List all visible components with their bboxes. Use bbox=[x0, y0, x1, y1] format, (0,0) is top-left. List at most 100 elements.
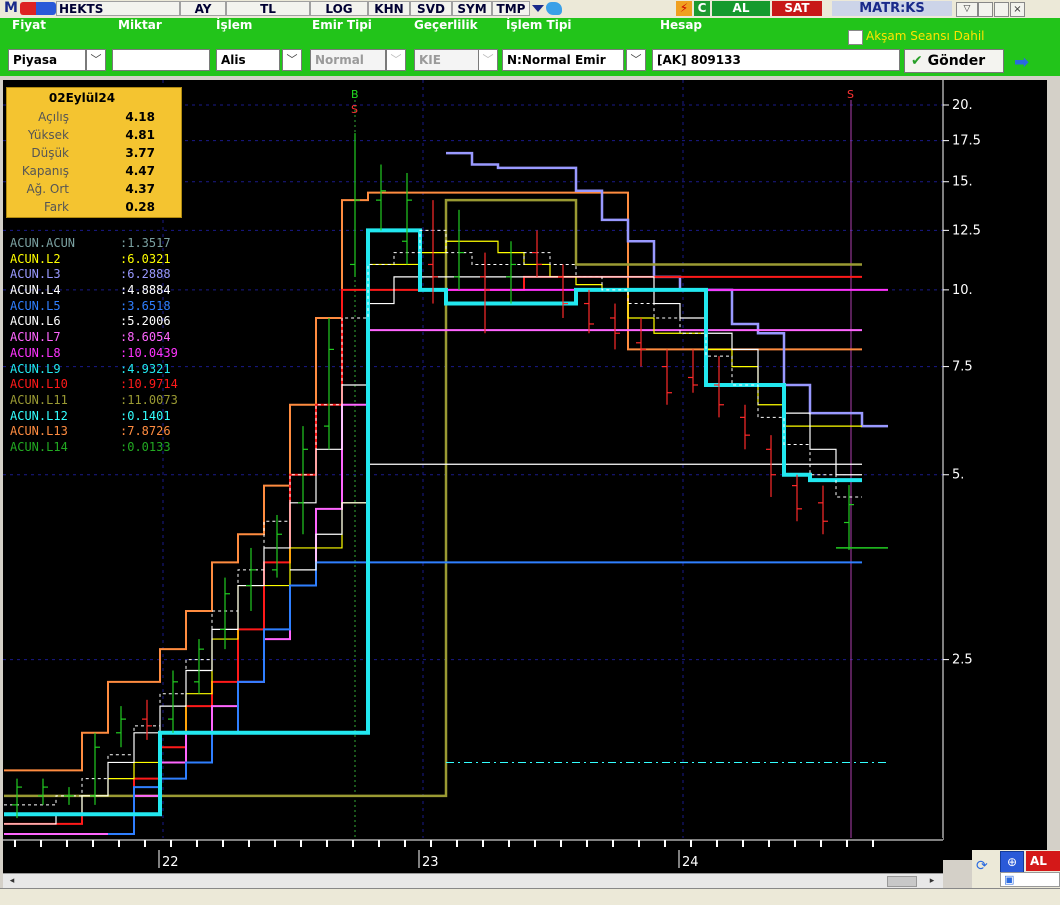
scroll-left-icon[interactable]: ◂ bbox=[5, 875, 19, 887]
legend-value: :4.9321 bbox=[120, 361, 171, 376]
sell-button[interactable]: SAT bbox=[772, 1, 822, 16]
matriks-brand-icon: M bbox=[4, 0, 18, 16]
series-line bbox=[290, 463, 862, 571]
quantity-label: Miktar bbox=[118, 18, 162, 32]
legend-value: :0.1401 bbox=[120, 408, 171, 423]
evening-session-checkbox[interactable] bbox=[848, 30, 863, 45]
validity-select[interactable]: KIE bbox=[414, 49, 480, 71]
legend-value: :0.0133 bbox=[120, 439, 171, 454]
account-label: Hesap bbox=[660, 18, 703, 32]
move-icon[interactable]: ⊕ bbox=[1000, 851, 1024, 873]
info-row-value: 4.47 bbox=[125, 164, 155, 178]
minimize-icon[interactable] bbox=[978, 2, 993, 17]
legend-item: ACUN.L9 :4.9321 bbox=[10, 362, 178, 378]
info-row-label: Açılış bbox=[38, 110, 69, 124]
legend-value: :7.8726 bbox=[120, 424, 171, 439]
order-type-label: Emir Tipi bbox=[312, 18, 372, 32]
legend-name: ACUN.L13 bbox=[10, 424, 68, 439]
mini-panel: ⟳ ⊕ AL ▣ bbox=[972, 850, 1060, 888]
legend-item: ACUN.L13 :7.8726 bbox=[10, 424, 178, 440]
chevron-down-icon[interactable]: ﹀ bbox=[386, 49, 406, 71]
horizontal-scrollbar[interactable]: ◂ ▸ bbox=[3, 873, 943, 888]
tmp-button[interactable]: TMP bbox=[492, 1, 530, 16]
status-bar bbox=[0, 888, 1060, 905]
chevron-down-icon[interactable]: ﹀ bbox=[86, 49, 106, 71]
sell-signal-marker: S bbox=[351, 103, 358, 116]
series-line bbox=[108, 561, 862, 835]
ohlc-info-box: 02Eylül24 Açılış 4.18 Yüksek 4.81 Düşük 3.77 K… bbox=[6, 87, 182, 218]
legend-item: ACUN.L6:5.2006 bbox=[10, 314, 178, 330]
trade-type-select[interactable]: N:Normal Emir bbox=[502, 49, 624, 71]
arrow-right-icon[interactable]: ➡ bbox=[1014, 52, 1029, 73]
refresh-icon[interactable]: ⟳ bbox=[976, 858, 994, 876]
window-menu-icon[interactable]: ▽ bbox=[956, 2, 978, 17]
account-select[interactable]: [AK] 809133 bbox=[652, 49, 900, 71]
legend-name: ACUN.L5 bbox=[10, 298, 61, 313]
price-label: Fiyat bbox=[12, 18, 46, 32]
side-label: İşlem bbox=[216, 18, 253, 32]
side-select[interactable]: Alis bbox=[216, 49, 280, 71]
svd-button[interactable]: SVD bbox=[410, 1, 452, 16]
maximize-icon[interactable] bbox=[994, 2, 1009, 17]
x-axis: 22 23 24 bbox=[3, 838, 943, 873]
legend-name: ACUN.L3 bbox=[10, 267, 61, 282]
log-button[interactable]: LOG bbox=[310, 1, 368, 16]
legend-item: ACUN.L14 :0.0133 bbox=[10, 440, 178, 456]
legend-value: :6.0321 bbox=[120, 251, 171, 266]
info-row-label: Ağ. Ort bbox=[26, 182, 69, 196]
chevron-down-icon[interactable]: ﹀ bbox=[478, 49, 498, 71]
legend-value: :8.6054 bbox=[120, 330, 171, 345]
chevron-down-icon[interactable]: ﹀ bbox=[626, 49, 646, 71]
legend-value: :4.8884 bbox=[120, 283, 171, 298]
legend-name: ACUN.ACUN bbox=[10, 236, 76, 250]
info-row: Ağ. Ort 4.37 bbox=[7, 180, 183, 198]
legend-name: ACUN.L14 bbox=[10, 439, 68, 454]
top-toolbar: M HEKTS AY TL LOG KHN SVD SYM TMP ⚡ C AL… bbox=[0, 0, 1060, 19]
legend-name: ACUN.L11 bbox=[10, 392, 68, 407]
info-row-value: 4.81 bbox=[125, 128, 155, 142]
window-right-strip bbox=[1047, 76, 1060, 836]
legend-item: ACUN.L4:4.8884 bbox=[10, 283, 178, 299]
x-tick-label: 22 bbox=[162, 855, 179, 870]
legend-name: ACUN.L8 bbox=[10, 345, 61, 360]
symbol-field[interactable]: HEKTS bbox=[56, 1, 180, 16]
legend-item: ACUN.L7 :8.6054 bbox=[10, 330, 178, 346]
y-tick-label: 20. bbox=[952, 98, 973, 113]
scroll-right-icon[interactable]: ▸ bbox=[925, 875, 939, 887]
legend-item: ACUN.L5:3.6518 bbox=[10, 299, 178, 315]
price-type-select[interactable]: Piyasa bbox=[8, 49, 86, 71]
validity-label: Geçerlilik bbox=[414, 18, 478, 32]
twitter-icon[interactable] bbox=[546, 2, 562, 15]
lightning-icon[interactable]: ⚡ bbox=[676, 1, 692, 16]
c-button[interactable]: C bbox=[694, 1, 710, 16]
check-icon: ✔ bbox=[911, 53, 923, 69]
close-icon[interactable]: × bbox=[1010, 2, 1025, 17]
sym-button[interactable]: SYM bbox=[452, 1, 492, 16]
buy-button[interactable]: AL bbox=[712, 1, 770, 16]
info-row: Kapanış 4.47 bbox=[7, 162, 183, 180]
y-tick-label: 5. bbox=[952, 468, 964, 483]
chevron-down-icon[interactable]: ﹀ bbox=[282, 49, 302, 71]
info-row: Yüksek 4.81 bbox=[7, 126, 183, 144]
y-axis-panel bbox=[943, 80, 1047, 840]
send-button[interactable]: ✔ Gönder bbox=[904, 49, 1004, 73]
buy-mini-button[interactable]: AL bbox=[1026, 851, 1060, 871]
info-row-label: Düşük bbox=[31, 146, 69, 160]
legend-name: ACUN.L10 bbox=[10, 377, 68, 392]
info-row-value: 0.28 bbox=[125, 200, 155, 214]
legend-name: ACUN.L2 bbox=[10, 251, 61, 266]
legend-value: :11.0073 bbox=[120, 392, 178, 407]
legend-item: ACUN.L8:10.0439 bbox=[10, 346, 178, 362]
legend-name: ACUN.L7 bbox=[10, 330, 61, 345]
quantity-input[interactable] bbox=[112, 49, 210, 71]
order-type-select[interactable]: Normal bbox=[310, 49, 386, 71]
list-mini-button[interactable]: ▣ bbox=[1000, 872, 1060, 887]
khn-button[interactable]: KHN bbox=[368, 1, 410, 16]
legend-value: :5.2006 bbox=[120, 314, 171, 329]
period-button[interactable]: AY bbox=[180, 1, 226, 16]
currency-button[interactable]: TL bbox=[226, 1, 310, 16]
legend-name: ACUN.L9 bbox=[10, 361, 61, 376]
dropdown-arrow-icon[interactable] bbox=[532, 5, 544, 12]
y-tick-label: 7.5 bbox=[952, 360, 973, 375]
scroll-thumb[interactable] bbox=[887, 876, 917, 887]
